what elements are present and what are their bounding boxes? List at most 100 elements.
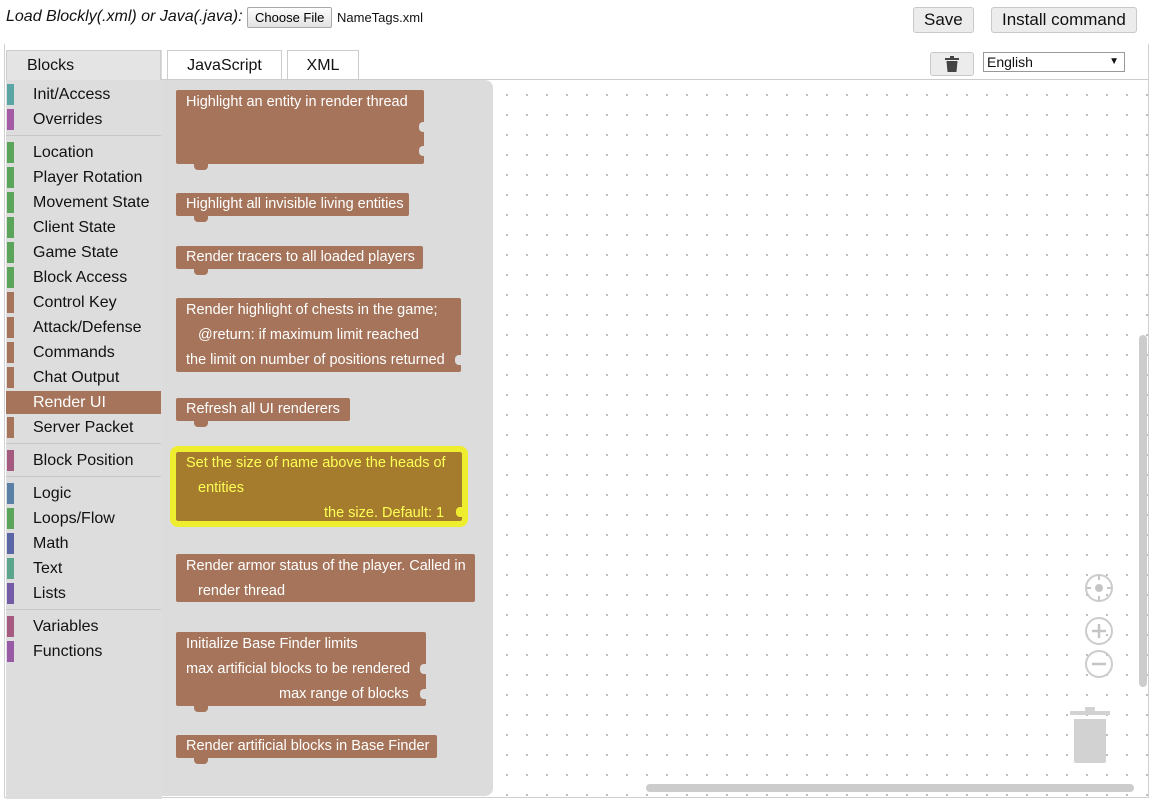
- toolbox-item-location[interactable]: Location: [6, 141, 161, 164]
- toolbox-separator: [6, 609, 161, 610]
- block-refresh-renderers[interactable]: Refresh all UI renderers: [176, 398, 350, 427]
- toolbox-item-game-state[interactable]: Game State: [6, 241, 161, 264]
- category-color-bar: [7, 616, 14, 637]
- toolbox-item-client-state[interactable]: Client State: [6, 216, 161, 239]
- block-text: Set the size of name above the heads of: [186, 455, 446, 471]
- tab-xml[interactable]: XML: [287, 50, 359, 80]
- toolbox-item-block-access[interactable]: Block Access: [6, 266, 161, 289]
- toolbox-item-block-position[interactable]: Block Position: [6, 449, 161, 472]
- block-set-name-size[interactable]: Set the size of name above the heads of …: [170, 446, 468, 527]
- toolbox-item-attack-defense[interactable]: Attack/Defense: [6, 316, 161, 339]
- block-render-tracers[interactable]: Render tracers to all loaded players: [176, 246, 423, 275]
- input-socket: [420, 664, 426, 674]
- discard-button[interactable]: [930, 52, 974, 76]
- zoom-in-button[interactable]: [1085, 617, 1113, 645]
- block-render-artificial[interactable]: Render artificial blocks in Base Finder: [176, 735, 437, 764]
- plus-icon: [1092, 624, 1106, 638]
- input-socket: [419, 122, 425, 132]
- block-init-base-finder[interactable]: Initialize Base Finder limits max artifi…: [176, 632, 426, 712]
- category-color-bar: [7, 267, 14, 288]
- block-text: max range of blocks: [279, 686, 409, 702]
- category-color-bar: [7, 450, 14, 471]
- block-text: Render highlight of chests in the game;: [186, 302, 438, 318]
- tab-javascript[interactable]: JavaScript: [167, 50, 282, 80]
- install-command-button[interactable]: Install command: [991, 7, 1137, 33]
- toolbox-item-init-access[interactable]: Init/Access: [6, 83, 161, 106]
- category-color-bar: [7, 84, 14, 105]
- toolbox-item-render-ui[interactable]: Render UI: [6, 391, 161, 414]
- toolbox-item-chat-output[interactable]: Chat Output: [6, 366, 161, 389]
- toolbox-item-text[interactable]: Text: [6, 557, 161, 580]
- category-color-bar: [7, 417, 14, 438]
- category-color-bar: [7, 109, 14, 130]
- tab-blocks[interactable]: Blocks: [6, 50, 161, 80]
- trashcan-icon[interactable]: [1070, 707, 1110, 763]
- block-highlight-entity[interactable]: Highlight an entity in render thread: [176, 90, 425, 170]
- block-notch: [194, 164, 208, 170]
- category-color-bar: [7, 292, 14, 313]
- category-color-bar: [7, 508, 14, 529]
- block-text: Highlight an entity in render thread: [186, 94, 408, 110]
- toolbox-item-movement-state[interactable]: Movement State: [6, 191, 161, 214]
- category-color-bar: [7, 392, 14, 413]
- category-color-bar: [7, 583, 14, 604]
- block-text: @return: if maximum limit reached: [198, 327, 419, 343]
- toolbox-item-control-key[interactable]: Control Key: [6, 291, 161, 314]
- input-socket: [419, 146, 425, 156]
- category-color-bar: [7, 242, 14, 263]
- block-text: max artificial blocks to be rendered: [186, 661, 411, 677]
- workspace-canvas[interactable]: [493, 80, 1148, 796]
- category-color-bar: [7, 192, 14, 213]
- input-socket: [455, 355, 461, 365]
- input-socket: [456, 507, 462, 517]
- block-text: Render armor status of the player. Calle…: [186, 558, 466, 574]
- toolbox-item-math[interactable]: Math: [6, 532, 161, 555]
- toolbox-item-player-rotation[interactable]: Player Rotation: [6, 166, 161, 189]
- category-color-bar: [7, 558, 14, 579]
- top-bar: Load Blockly(.xml) or Java(.java): Choos…: [0, 0, 1155, 44]
- category-color-bar: [7, 533, 14, 554]
- toolbox-item-overrides[interactable]: Overrides: [6, 108, 161, 131]
- block-text: render thread: [198, 583, 286, 599]
- block-notch: [194, 758, 208, 764]
- category-color-bar: [7, 483, 14, 504]
- minus-icon: [1092, 662, 1106, 666]
- toolbox-separator: [6, 476, 161, 477]
- dropdown-arrow-icon: ▼: [1109, 56, 1119, 67]
- workspace-horizontal-scrollbar[interactable]: [646, 784, 1134, 792]
- block-highlight-invisible[interactable]: Highlight all invisible living entities: [176, 193, 409, 222]
- block-flyout: Highlight an entity in render thread Hig…: [162, 80, 493, 796]
- block-text: Render artificial blocks in Base Finder: [186, 738, 430, 754]
- category-color-bar: [7, 167, 14, 188]
- block-text: the limit on number of positions returne…: [186, 352, 445, 368]
- block-render-chests[interactable]: Render highlight of chests in the game; …: [176, 298, 461, 372]
- input-socket: [420, 689, 426, 699]
- category-color-bar: [7, 342, 14, 363]
- toolbox-item-logic[interactable]: Logic: [6, 482, 161, 505]
- language-value: English: [987, 54, 1033, 70]
- toolbox-item-loops-flow[interactable]: Loops/Flow: [6, 507, 161, 530]
- block-render-armor[interactable]: Render armor status of the player. Calle…: [176, 554, 475, 602]
- toolbox-separator: [6, 135, 161, 136]
- toolbox-separator: [6, 443, 161, 444]
- file-name: NameTags.xml: [337, 10, 423, 25]
- block-notch: [194, 269, 208, 275]
- choose-file-button[interactable]: Choose File: [247, 7, 333, 28]
- toolbox-item-commands[interactable]: Commands: [6, 341, 161, 364]
- category-color-bar: [7, 317, 14, 338]
- save-button[interactable]: Save: [913, 7, 974, 33]
- workspace-vertical-scrollbar[interactable]: [1139, 335, 1147, 687]
- block-notch: [194, 706, 208, 712]
- block-text: Initialize Base Finder limits: [186, 636, 358, 652]
- category-color-bar: [7, 367, 14, 388]
- load-label: Load Blockly(.xml) or Java(.java):: [6, 8, 243, 25]
- toolbox-item-server-packet[interactable]: Server Packet: [6, 416, 161, 439]
- block-text: Refresh all UI renderers: [186, 401, 340, 417]
- toolbox-item-lists[interactable]: Lists: [6, 582, 161, 605]
- toolbox-item-functions[interactable]: Functions: [6, 640, 161, 663]
- category-color-bar: [7, 142, 14, 163]
- recenter-button[interactable]: [1085, 574, 1113, 602]
- zoom-out-button[interactable]: [1085, 650, 1113, 678]
- toolbox-item-variables[interactable]: Variables: [6, 615, 161, 638]
- language-select[interactable]: English ▼: [983, 52, 1125, 72]
